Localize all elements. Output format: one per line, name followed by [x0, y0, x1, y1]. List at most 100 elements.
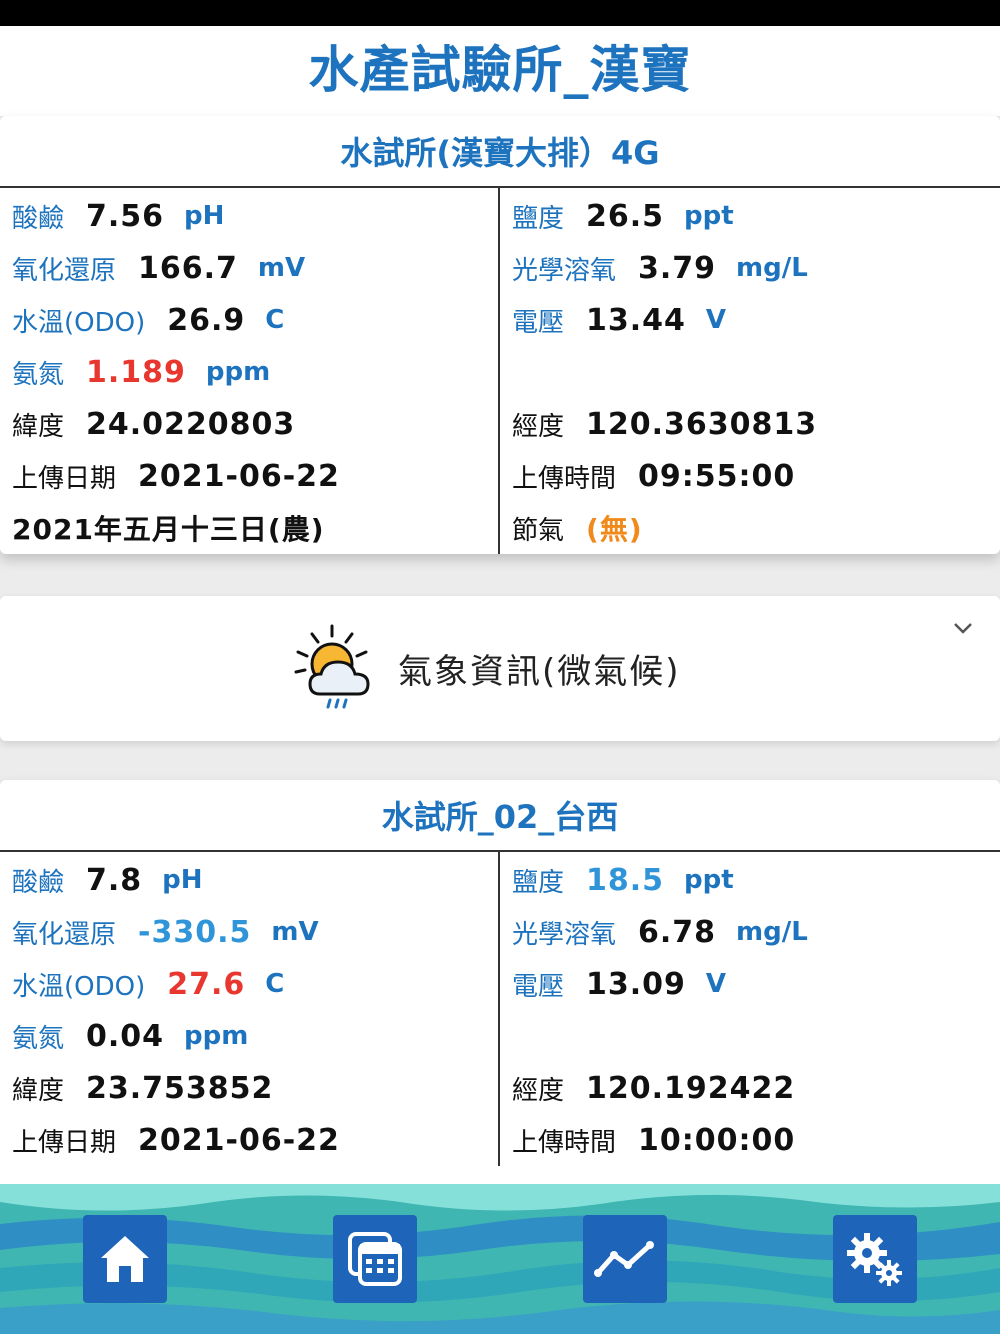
solar-term-row: 節氣 (無)	[500, 502, 1000, 554]
nav-settings-button[interactable]	[833, 1215, 917, 1303]
dissolved-oxygen-value: 6.78	[638, 914, 717, 950]
empty-row	[500, 1010, 1000, 1062]
station-data-grid: 酸鹼 7.8 pH 氧化還原 -330.5 mV 水溫(ODO) 27.6 C …	[0, 852, 1000, 1166]
page-title: 水產試驗所_漢寶	[308, 41, 692, 99]
voltage-row: 電壓 13.09 V	[500, 958, 1000, 1010]
weather-info-label: 氣象資訊(微氣候)	[398, 652, 681, 692]
ph-label: 酸鹼	[12, 867, 65, 898]
station-card-2[interactable]: 水試所_02_台西 酸鹼 7.8 pH 氧化還原 -330.5 mV 水溫(OD…	[0, 780, 1000, 1240]
ammonia-value: 1.189	[86, 354, 186, 390]
longitude-row: 經度 120.3630813	[500, 398, 1000, 450]
gears-icon	[847, 1233, 902, 1286]
voltage-unit: V	[705, 969, 727, 999]
latitude-row: 緯度 24.0220803	[0, 398, 498, 450]
orp-unit: mV	[271, 917, 319, 947]
upload-date-row: 上傳日期 2021-06-22	[0, 450, 498, 502]
orp-label: 氧化還原	[12, 255, 117, 286]
upload-date-value: 2021-06-22	[138, 458, 340, 494]
dissolved-oxygen-row: 光學溶氧 6.78 mg/L	[500, 906, 1000, 958]
ph-row: 酸鹼 7.56 pH	[0, 190, 498, 242]
upload-date-label: 上傳日期	[12, 1127, 117, 1158]
salinity-row: 鹽度 18.5 ppt	[500, 854, 1000, 906]
salinity-row: 鹽度 26.5 ppt	[500, 190, 1000, 242]
upload-time-row: 上傳時間 09:55:00	[500, 450, 1000, 502]
water-temp-value: 27.6	[167, 966, 246, 1002]
ammonia-row: 氨氮 1.189 ppm	[0, 346, 498, 398]
dissolved-oxygen-unit: mg/L	[736, 917, 808, 947]
water-temp-unit: C	[265, 969, 285, 999]
upload-date-value: 2021-06-22	[138, 1122, 340, 1158]
empty-row	[500, 346, 1000, 398]
ph-value: 7.56	[86, 198, 165, 234]
solar-term-value: (無)	[586, 513, 643, 546]
upload-date-row: 上傳日期 2021-06-22	[0, 1114, 498, 1166]
water-temp-label: 水溫(ODO)	[12, 971, 146, 1002]
nav-calendar-button[interactable]	[333, 1215, 417, 1303]
salinity-unit: ppt	[684, 201, 734, 231]
app-header: 水產試驗所_漢寶	[0, 26, 1000, 116]
bottom-nav-bar	[0, 1184, 1000, 1334]
voltage-label: 電壓	[512, 307, 565, 338]
longitude-value: 120.3630813	[586, 406, 818, 442]
solar-term-label: 節氣	[512, 515, 565, 546]
voltage-unit: V	[705, 305, 727, 335]
status-bar	[0, 0, 1000, 26]
orp-row: 氧化還原 -330.5 mV	[0, 906, 498, 958]
ph-unit: pH	[162, 865, 203, 895]
station-right-column: 鹽度 18.5 ppt 光學溶氧 6.78 mg/L 電壓 13.09 V 經度…	[500, 852, 1000, 1166]
chart-line-icon	[594, 1241, 654, 1277]
ph-value: 7.8	[86, 862, 143, 898]
station-right-column: 鹽度 26.5 ppt 光學溶氧 3.79 mg/L 電壓 13.44 V 經度…	[500, 188, 1000, 554]
ph-unit: pH	[184, 201, 225, 231]
orp-value: -330.5	[138, 914, 252, 950]
weather-info-panel[interactable]: 氣象資訊(微氣候)	[0, 596, 1000, 741]
station-title: 水試所_02_台西	[0, 780, 1000, 852]
home-icon	[101, 1236, 149, 1282]
water-temp-row: 水溫(ODO) 26.9 C	[0, 294, 498, 346]
latitude-value: 24.0220803	[86, 406, 296, 442]
dissolved-oxygen-label: 光學溶氧	[512, 255, 617, 286]
dissolved-oxygen-label: 光學溶氧	[512, 919, 617, 950]
upload-time-row: 上傳時間 10:00:00	[500, 1114, 1000, 1166]
voltage-value: 13.09	[586, 966, 686, 1002]
ammonia-label: 氨氮	[12, 359, 65, 390]
ammonia-unit: ppm	[205, 357, 271, 387]
orp-label: 氧化還原	[12, 919, 117, 950]
voltage-row: 電壓 13.44 V	[500, 294, 1000, 346]
salinity-label: 鹽度	[512, 867, 565, 898]
upload-time-value: 09:55:00	[638, 458, 796, 494]
lunar-date-row: 2021年五月十三日(農)	[0, 502, 498, 554]
voltage-value: 13.44	[586, 302, 686, 338]
dissolved-oxygen-unit: mg/L	[736, 253, 808, 283]
station-data-grid: 酸鹼 7.56 pH 氧化還原 166.7 mV 水溫(ODO) 26.9 C …	[0, 188, 1000, 554]
latitude-row: 緯度 23.753852	[0, 1062, 498, 1114]
salinity-value: 26.5	[586, 198, 665, 234]
station-left-column: 酸鹼 7.56 pH 氧化還原 166.7 mV 水溫(ODO) 26.9 C …	[0, 188, 500, 554]
ammonia-label: 氨氮	[12, 1023, 65, 1054]
water-temp-value: 26.9	[167, 302, 246, 338]
salinity-label: 鹽度	[512, 203, 565, 234]
station-left-column: 酸鹼 7.8 pH 氧化還原 -330.5 mV 水溫(ODO) 27.6 C …	[0, 852, 500, 1166]
upload-time-label: 上傳時間	[512, 463, 617, 494]
water-temp-unit: C	[265, 305, 285, 335]
upload-time-value: 10:00:00	[638, 1122, 796, 1158]
nav-chart-button[interactable]	[583, 1215, 667, 1303]
latitude-value: 23.753852	[86, 1070, 274, 1106]
voltage-label: 電壓	[512, 971, 565, 1002]
upload-date-label: 上傳日期	[12, 463, 117, 494]
water-temp-row: 水溫(ODO) 27.6 C	[0, 958, 498, 1010]
station-title: 水試所(漢寶大排）4G	[0, 116, 1000, 188]
salinity-value: 18.5	[586, 862, 665, 898]
water-temp-label: 水溫(ODO)	[12, 307, 146, 338]
station-card-1[interactable]: 水試所(漢寶大排）4G 酸鹼 7.56 pH 氧化還原 166.7 mV 水溫(…	[0, 116, 1000, 554]
nav-home-button[interactable]	[83, 1215, 167, 1303]
longitude-row: 經度 120.192422	[500, 1062, 1000, 1114]
upload-time-label: 上傳時間	[512, 1127, 617, 1158]
dissolved-oxygen-value: 3.79	[638, 250, 717, 286]
chevron-down-icon[interactable]	[952, 620, 974, 636]
ammonia-row: 氨氮 0.04 ppm	[0, 1010, 498, 1062]
longitude-value: 120.192422	[586, 1070, 796, 1106]
calendar-icon	[348, 1232, 402, 1286]
ammonia-value: 0.04	[86, 1018, 165, 1054]
latitude-label: 緯度	[12, 411, 65, 442]
